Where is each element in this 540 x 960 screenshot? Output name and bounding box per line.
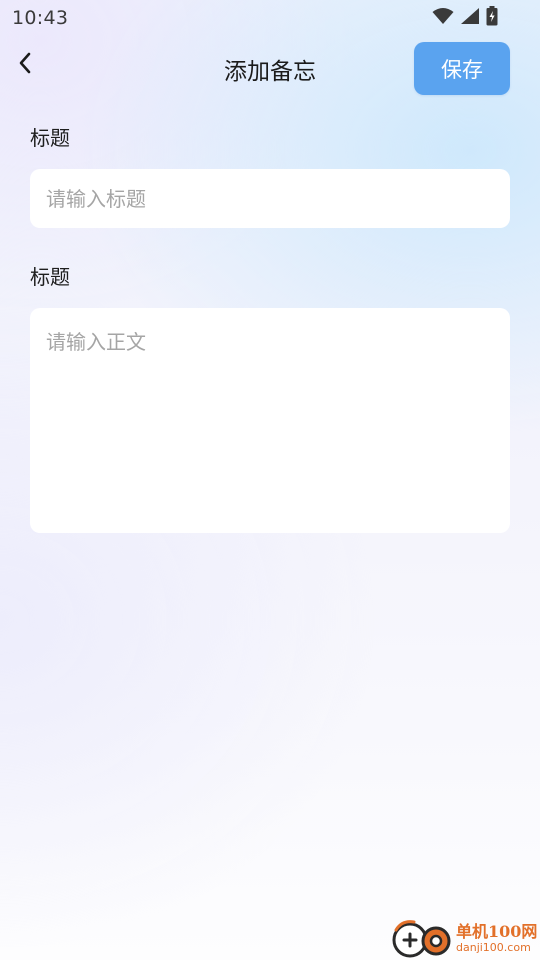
body-textarea[interactable] [30, 308, 510, 533]
battery-charging-icon [486, 6, 498, 30]
header: 添加备忘 保存 [0, 36, 540, 100]
watermark-domain: danji100.com [456, 940, 531, 954]
save-button[interactable]: 保存 [414, 42, 510, 95]
cell-signal-icon [460, 7, 480, 29]
status-bar: 10:43 [0, 0, 540, 36]
title-field-label: 标题 [30, 126, 70, 150]
watermark: 单机100网 danji100.com [390, 916, 540, 960]
body-field-label: 标题 [30, 265, 70, 289]
watermark-logo-icon [390, 916, 454, 960]
status-time: 10:43 [12, 7, 69, 29]
title-input[interactable] [30, 169, 510, 228]
status-icons [432, 6, 498, 30]
watermark-name: 单机100网 [456, 921, 538, 941]
watermark-text: 单机100网 danji100.com [456, 921, 538, 954]
wifi-icon [432, 7, 454, 29]
